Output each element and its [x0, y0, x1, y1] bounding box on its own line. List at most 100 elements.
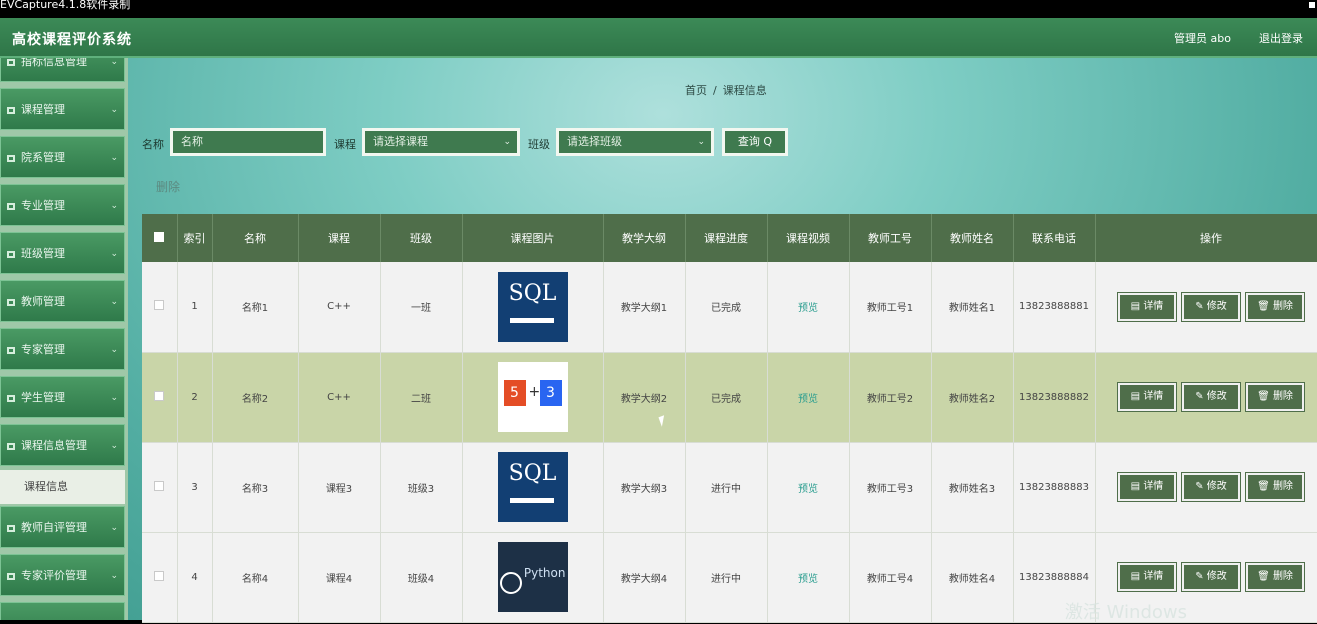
- sidebar-item-course-info[interactable]: 课程信息管理 ⌄: [0, 424, 125, 466]
- table-row: 3 名称3 课程3 班级3 SQL 教学大纲3 进行中 预览 教师工号3 教师姓…: [142, 442, 1317, 533]
- capture-title-bar: EVCapture4.1.8软件录制: [0, 0, 1317, 18]
- capture-indicator-icon: [1309, 2, 1315, 8]
- course-image-sql: SQL: [497, 271, 568, 342]
- column-header: 操作: [1095, 214, 1317, 262]
- video-preview-link[interactable]: 预览: [798, 303, 818, 314]
- menu-icon: [7, 58, 15, 66]
- cell-progress: 进行中: [685, 532, 768, 623]
- breadcrumb-home[interactable]: 首页: [685, 84, 707, 97]
- edit-button[interactable]: ✎ 修改: [1182, 563, 1240, 591]
- delete-button[interactable]: 🗑 删除: [1246, 473, 1304, 501]
- cell-progress: 已完成: [685, 352, 768, 443]
- sidebar-item-more[interactable]: [0, 602, 125, 620]
- cell-teacher-no: 教师工号3: [849, 442, 932, 533]
- sidebar-subitem-course-info[interactable]: 课程信息: [0, 470, 125, 504]
- cell-index: 4: [177, 532, 213, 623]
- menu-icon: [7, 524, 15, 532]
- column-header: 课程图片: [462, 214, 604, 262]
- cell-syllabus: 教学大纲4: [603, 532, 686, 623]
- logout-link[interactable]: 退出登录: [1259, 30, 1303, 46]
- select-all-cell[interactable]: [142, 214, 178, 262]
- course-label: 课程: [334, 138, 356, 151]
- cell-teacher-no: 教师工号2: [849, 352, 932, 443]
- class-label: 班级: [528, 138, 550, 151]
- cell-class: 二班: [380, 352, 463, 443]
- chevron-down-icon: ⌄: [110, 153, 118, 163]
- sidebar-item-expert[interactable]: 专家管理 ⌄: [0, 328, 125, 370]
- edit-button[interactable]: ✎ 修改: [1182, 383, 1240, 411]
- menu-icon: [7, 572, 15, 580]
- column-header: 教师姓名: [931, 214, 1014, 262]
- sidebar: 指标信息管理 ⌄ 课程管理 ⌄ 院系管理 ⌄ 专业管理 ⌄ 班级管理 ⌄ 教师管理 ⌄ 专家…: [0, 58, 128, 620]
- detail-button[interactable]: ▤ 详情: [1118, 292, 1176, 321]
- menu-icon: [7, 394, 15, 402]
- chevron-down-icon: ⌄: [110, 345, 118, 355]
- cell-name: 名称2: [212, 352, 299, 443]
- sidebar-item-student[interactable]: 学生管理 ⌄: [0, 376, 125, 418]
- chevron-down-icon: ⌄: [110, 201, 118, 211]
- edit-button[interactable]: ✎ 修改: [1182, 292, 1240, 321]
- cell-name: 名称3: [212, 442, 299, 533]
- cell-progress: 已完成: [685, 262, 768, 353]
- row-checkbox[interactable]: [154, 300, 165, 311]
- class-select[interactable]: 请选择班级 ⌄: [556, 128, 714, 156]
- cell-name: 名称1: [212, 262, 299, 353]
- capture-title: EVCapture4.1.8软件录制: [0, 0, 131, 11]
- course-table: 索引 名称 课程 班级 课程图片 教学大纲 课程进度 课程视频 教师工号 教师姓…: [142, 214, 1317, 623]
- course-image-python: Python: [497, 542, 568, 612]
- row-checkbox[interactable]: [154, 570, 165, 581]
- sidebar-item-department[interactable]: 院系管理 ⌄: [0, 136, 125, 178]
- course-select[interactable]: 请选择课程 ⌄: [362, 128, 520, 156]
- edit-button[interactable]: ✎ 修改: [1182, 473, 1240, 501]
- name-input[interactable]: 名称: [170, 128, 326, 156]
- column-header: 联系电话: [1013, 214, 1096, 262]
- menu-icon: [7, 442, 15, 450]
- top-header: 高校课程评价系统 管理员 abo 退出登录: [0, 18, 1317, 58]
- video-preview-link[interactable]: 预览: [798, 574, 818, 585]
- cell-class: 班级4: [380, 532, 463, 623]
- sidebar-item-teacher-self-eval[interactable]: 教师自评管理 ⌄: [0, 506, 125, 548]
- chevron-down-icon: ⌄: [503, 137, 511, 147]
- cell-course: C++: [298, 262, 381, 353]
- detail-button[interactable]: ▤ 详情: [1118, 563, 1176, 591]
- delete-button[interactable]: 🗑 删除: [1246, 383, 1304, 411]
- chevron-down-icon: ⌄: [110, 571, 118, 581]
- row-checkbox[interactable]: [154, 390, 165, 401]
- table-row: 1 名称1 C++ 一班 SQL 教学大纲1 已完成 预览 教师工号1 教师姓名…: [142, 262, 1317, 353]
- sidebar-item-indicator[interactable]: 指标信息管理 ⌄: [0, 58, 125, 82]
- query-button[interactable]: 查询 Q: [722, 128, 788, 156]
- chevron-down-icon: ⌄: [110, 249, 118, 259]
- clock-icon: [499, 572, 522, 594]
- cell-teacher-no: 教师工号1: [849, 262, 932, 353]
- menu-icon: [7, 154, 15, 162]
- column-header: 教师工号: [849, 214, 932, 262]
- menu-icon: [7, 106, 15, 114]
- sidebar-item-major[interactable]: 专业管理 ⌄: [0, 184, 125, 226]
- chevron-down-icon: ⌄: [697, 137, 705, 147]
- cell-index: 2: [177, 352, 213, 443]
- table-header-row: 索引 名称 课程 班级 课程图片 教学大纲 课程进度 课程视频 教师工号 教师姓…: [142, 214, 1317, 262]
- course-image-html-css: 5 +3: [497, 362, 568, 432]
- select-all-checkbox[interactable]: [154, 231, 165, 242]
- delete-button[interactable]: 🗑 删除: [1246, 292, 1304, 321]
- row-checkbox[interactable]: [154, 480, 165, 491]
- video-preview-link[interactable]: 预览: [798, 484, 818, 495]
- sidebar-item-course[interactable]: 课程管理 ⌄: [0, 88, 125, 130]
- detail-button[interactable]: ▤ 详情: [1118, 473, 1176, 501]
- column-header: 教学大纲: [603, 214, 686, 262]
- detail-button[interactable]: ▤ 详情: [1118, 383, 1176, 411]
- cell-class: 一班: [380, 262, 463, 353]
- app-title: 高校课程评价系统: [12, 32, 132, 48]
- sidebar-item-teacher[interactable]: 教师管理 ⌄: [0, 280, 125, 322]
- column-header: 名称: [212, 214, 299, 262]
- video-preview-link[interactable]: 预览: [798, 394, 818, 405]
- delete-button[interactable]: 🗑 删除: [1246, 563, 1304, 591]
- menu-icon: [7, 298, 15, 306]
- column-header: 班级: [380, 214, 463, 262]
- cell-syllabus: 教学大纲3: [603, 442, 686, 533]
- batch-delete-button[interactable]: 删除: [156, 178, 180, 195]
- sidebar-item-expert-eval[interactable]: 专家评价管理 ⌄: [0, 554, 125, 596]
- sidebar-item-class[interactable]: 班级管理 ⌄: [0, 232, 125, 274]
- cell-class: 班级3: [380, 442, 463, 533]
- cell-course: 课程3: [298, 442, 381, 533]
